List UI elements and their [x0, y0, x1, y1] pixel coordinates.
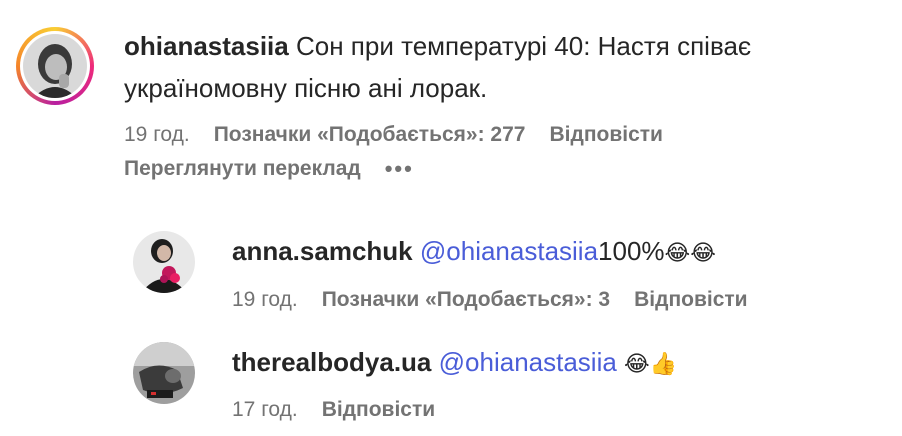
comment-text-line2: україномовну пісню ані лорак.: [124, 73, 488, 103]
reply-button[interactable]: Відповісти: [634, 284, 747, 316]
reply-button[interactable]: Відповісти: [322, 394, 435, 426]
comment-body: Сон при температурі 40: Настя співає: [295, 31, 752, 61]
reply-button[interactable]: Відповісти: [549, 119, 662, 151]
username[interactable]: anna.samchuk: [232, 236, 413, 266]
reply-text: anna.samchuk @ohianastasiia100%😂😂: [232, 232, 716, 273]
reply-meta: 19 год. Позначки «Подобається»: 3 Відпов…: [232, 284, 748, 316]
comment-meta: 19 год. Позначки «Подобається»: 277 Відп…: [124, 119, 663, 151]
avatar[interactable]: [23, 34, 87, 98]
more-options-icon[interactable]: •••: [385, 153, 414, 185]
timestamp[interactable]: 19 год.: [232, 284, 298, 316]
comment-actions: Переглянути переклад •••: [124, 153, 414, 185]
reply-meta: 17 год. Відповісти: [232, 394, 435, 426]
timestamp[interactable]: 17 год.: [232, 394, 298, 426]
username[interactable]: ohianastasiia: [124, 31, 289, 61]
comment-text: ohianastasiia Сон при температурі 40: На…: [124, 27, 751, 65]
mention-link[interactable]: @ohianastasiia: [439, 347, 617, 377]
laughing-emoji-icon: 😂😂: [664, 241, 716, 266]
reply-body: 100%: [598, 236, 665, 266]
avatar[interactable]: [133, 231, 195, 293]
see-translation-link[interactable]: Переглянути переклад: [124, 153, 361, 185]
mention-link[interactable]: @ohianastasiia: [420, 236, 598, 266]
username[interactable]: therealbodya.ua: [232, 347, 431, 377]
avatar[interactable]: [133, 342, 195, 404]
story-ring[interactable]: [16, 27, 94, 105]
reply-text: therealbodya.ua @ohianastasiia 😂👍: [232, 343, 677, 384]
laughing-thumbs-up-emoji-icon: 😂👍: [624, 352, 678, 377]
likes-count[interactable]: Позначки «Подобається»: 277: [214, 119, 526, 151]
timestamp[interactable]: 19 год.: [124, 119, 190, 151]
likes-count[interactable]: Позначки «Подобається»: 3: [322, 284, 610, 316]
